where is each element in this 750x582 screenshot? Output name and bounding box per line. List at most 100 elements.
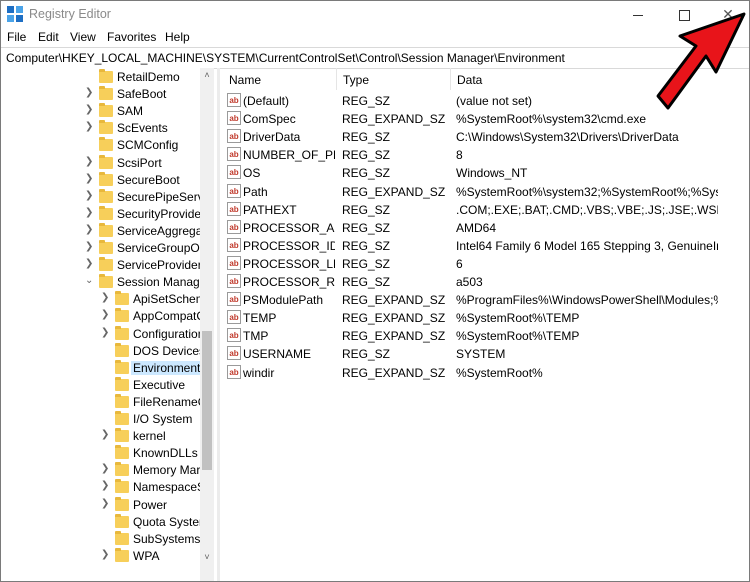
tree-item[interactable]: FileRenameO (1, 393, 207, 411)
tree-item-label: Session Manage (117, 275, 207, 290)
value-row[interactable]: abPROCESSOR_IDE... REG_SZ Intel64 Family 6… (223, 237, 749, 255)
pane-splitter[interactable] (217, 68, 220, 581)
tree-item[interactable]: ❯ ApiSetSchem (1, 291, 206, 308)
tree-item[interactable]: RetailDemo (1, 69, 201, 86)
value-row[interactable]: ab TMP REG_EXPAND_SZ %SystemRoot%\TEMP (223, 327, 749, 345)
address-bar[interactable]: Computer\HKEY_LOCAL_MACHINE\SYSTEM\Curre… (1, 47, 749, 69)
chevron-right-icon[interactable]: ❯ (85, 241, 95, 252)
tree-item[interactable]: KnownDLLs (1, 445, 201, 462)
column-header-name[interactable]: Name (223, 68, 337, 90)
tree-item[interactable]: I/O System (1, 411, 201, 428)
tree-item[interactable]: ❯ SecurityProvider (1, 205, 205, 223)
chevron-right-icon[interactable]: ❯ (85, 104, 95, 115)
menu-favorites[interactable]: Favorites (107, 30, 156, 44)
key-tree-pane[interactable]: RetailDemo ❯ SafeBoot ❯ SAM ❯ ScEvents SCMConfi… (1, 68, 214, 581)
tree-item[interactable]: Environment (1, 359, 203, 377)
chevron-right-icon[interactable]: ❯ (101, 549, 111, 560)
tree-item[interactable]: ❯ ServiceAggregat (1, 222, 206, 240)
column-header-type[interactable]: Type (337, 68, 451, 90)
tree-item-label: ScEvents (117, 121, 168, 136)
title-bar[interactable]: Registry Editor ✕ (1, 1, 749, 27)
folder-icon (115, 359, 129, 374)
tree-item[interactable]: ⌄ Session Manage (1, 274, 206, 291)
chevron-right-icon[interactable]: ❯ (85, 258, 95, 269)
tree-item[interactable]: ❯ ServiceProvider (1, 257, 202, 274)
menu-help[interactable]: Help (165, 30, 190, 44)
value-row[interactable]: abNUMBER_OF_PR... REG_SZ 8 (223, 146, 749, 164)
value-name: PATHEXT (243, 202, 297, 217)
tree-item[interactable]: Executive (1, 376, 201, 394)
tree-item[interactable]: SCMConfig (1, 137, 201, 154)
tree-item[interactable]: ❯ NamespaceSe (1, 479, 212, 496)
string-value-icon: ab (227, 183, 241, 198)
tree-item[interactable]: ❯ ScsiPort (1, 154, 201, 172)
value-row[interactable]: ab Path REG_EXPAND_SZ %SystemRoot%\system32… (223, 183, 749, 201)
tree-item-label: Memory Mar (133, 463, 201, 478)
chevron-right-icon[interactable]: ❯ (101, 327, 111, 338)
tree-item[interactable]: Quota Systen (1, 513, 206, 531)
value-type: REG_SZ (342, 94, 391, 108)
folder-icon (115, 376, 129, 391)
values-list-pane[interactable]: Name Type Data ab (Default) REG_SZ (value n… (223, 68, 749, 581)
scroll-thumb[interactable] (202, 331, 212, 470)
folder-icon (115, 547, 129, 562)
folder-icon (99, 274, 113, 289)
chevron-right-icon[interactable]: ❯ (101, 480, 111, 491)
value-name: Path (243, 184, 268, 199)
tree-item[interactable]: ❯ Power (1, 496, 201, 514)
value-row[interactable]: ab TEMP REG_EXPAND_SZ %SystemRoot%\TEMP (223, 309, 749, 327)
value-row[interactable]: abPROCESSOR_RE... REG_SZ a503 (223, 273, 749, 291)
value-row[interactable]: ab OS REG_SZ Windows_NT (223, 164, 749, 182)
tree-item[interactable]: ❯ ScEvents (1, 120, 201, 137)
tree-item[interactable]: ❯ SecureBoot (1, 171, 201, 189)
chevron-right-icon[interactable]: ❯ (101, 429, 111, 440)
chevron-right-icon[interactable]: ❯ (85, 224, 95, 235)
value-row[interactable]: abPROCESSOR_AR... REG_SZ AMD64 (223, 219, 749, 237)
tree-item[interactable]: DOS Devices (1, 342, 205, 360)
menu-edit[interactable]: Edit (38, 30, 59, 44)
chevron-right-icon[interactable]: ❯ (101, 292, 111, 303)
value-data: AMD64 (456, 220, 497, 235)
tree-item[interactable]: ❯ SafeBoot (1, 86, 201, 103)
tree-item[interactable]: ❯ SAM (1, 103, 201, 120)
tree-item[interactable]: ❯ WPA (1, 547, 201, 565)
chevron-right-icon[interactable]: ❯ (101, 309, 111, 320)
value-data: %SystemRoot% (456, 365, 543, 380)
chevron-right-icon[interactable]: ❯ (85, 87, 95, 98)
folder-icon (99, 120, 113, 135)
tree-item[interactable]: ❯ ServiceGroupOrc (1, 240, 210, 257)
tree-item[interactable]: SubSystems (1, 530, 201, 548)
folder-icon (115, 496, 129, 511)
menu-file[interactable]: File (7, 30, 26, 44)
chevron-down-icon[interactable]: ⌄ (85, 275, 95, 286)
tree-vertical-scrollbar[interactable]: ˄ ˅ (200, 68, 214, 581)
tree-item[interactable]: ❯ SecurePipeServe (1, 188, 210, 206)
value-row[interactable]: abPROCESSOR_LE... REG_SZ 6 (223, 255, 749, 273)
chevron-right-icon[interactable]: ❯ (85, 121, 95, 132)
scroll-down-icon[interactable]: ˅ (200, 550, 214, 564)
folder-icon (115, 428, 129, 443)
tree-item[interactable]: ❯ Configuration (1, 325, 204, 343)
scroll-up-icon[interactable]: ˄ (200, 68, 214, 82)
folder-icon (99, 222, 113, 237)
value-row[interactable]: ab USERNAME REG_SZ SYSTEM (223, 345, 749, 363)
chevron-right-icon[interactable]: ❯ (85, 207, 95, 218)
value-row[interactable]: ab DriverData REG_SZ C:\Windows\System32\Dr… (223, 128, 749, 146)
chevron-right-icon[interactable]: ❯ (101, 498, 111, 509)
chevron-right-icon[interactable]: ❯ (85, 190, 95, 201)
value-row[interactable]: ab windir REG_EXPAND_SZ %SystemRoot% (223, 364, 749, 382)
menu-view[interactable]: View (70, 30, 96, 44)
value-data: Intel64 Family 6 Model 165 Stepping 3, G… (456, 238, 718, 253)
tree-item[interactable]: ❯ AppCompatC (1, 308, 205, 325)
chevron-right-icon[interactable]: ❯ (85, 173, 95, 184)
tree-item[interactable]: ❯ Memory Mar (1, 462, 201, 479)
minimize-button[interactable] (615, 1, 661, 27)
tree-item[interactable]: ❯ kernel (1, 428, 201, 445)
value-row[interactable]: ab PSModulePath REG_EXPAND_SZ %ProgramFiles… (223, 291, 749, 309)
address-path[interactable]: Computer\HKEY_LOCAL_MACHINE\SYSTEM\Curre… (6, 51, 565, 65)
chevron-right-icon[interactable]: ❯ (85, 156, 95, 167)
value-type: REG_EXPAND_SZ (342, 184, 446, 199)
chevron-right-icon[interactable]: ❯ (101, 463, 111, 474)
tree-item-label: Executive (133, 377, 186, 392)
value-row[interactable]: ab PATHEXT REG_SZ .COM;.EXE;.BAT;.CMD;.VBS;… (223, 201, 749, 219)
